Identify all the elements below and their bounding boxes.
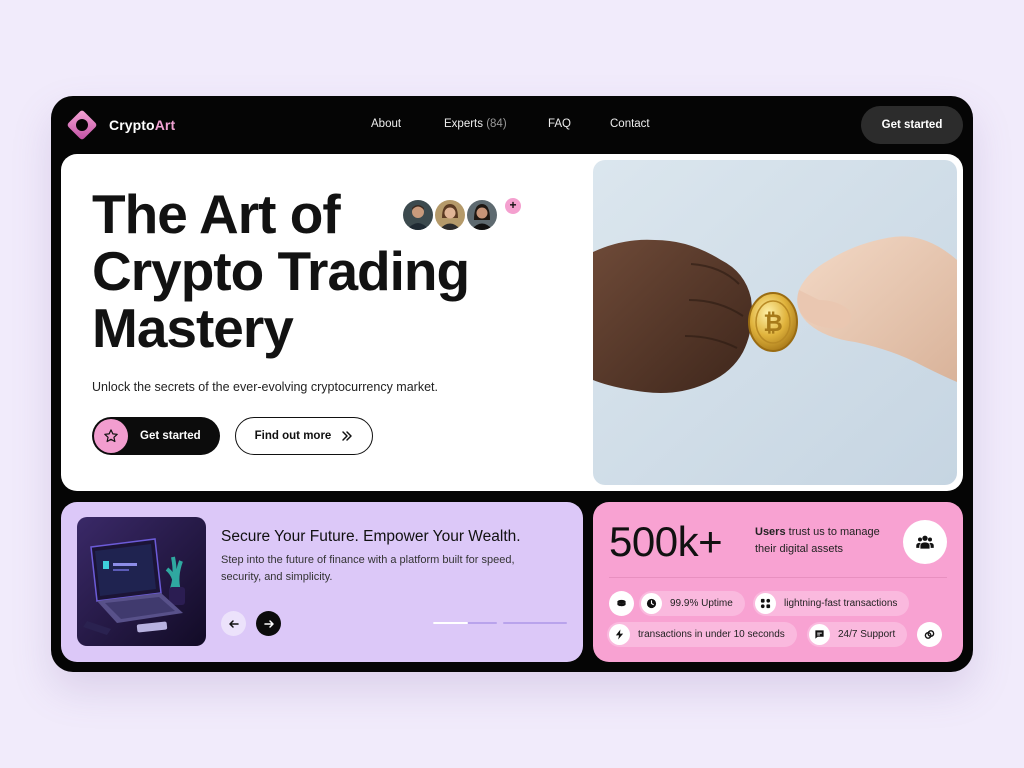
link-icon[interactable]: [917, 622, 942, 647]
feature-chip: 99.9% Uptime: [639, 591, 745, 616]
bolt-icon: [609, 624, 630, 645]
brand-name: CryptoArt: [109, 117, 176, 133]
carousel-indicator[interactable]: [433, 622, 497, 624]
experts-count: (84): [486, 118, 507, 130]
stats-card: 500k+ Users trust us to manage their dig…: [593, 502, 963, 662]
arrow-right-icon: [263, 619, 274, 628]
hero-get-started-button[interactable]: Get started: [92, 417, 220, 455]
feature-chip: 24/7 Support: [807, 622, 908, 647]
avatar: [433, 198, 467, 232]
hero-bitcoin-photo: ₿: [593, 160, 957, 485]
carousel-prev-button[interactable]: [221, 611, 246, 636]
nav-contact[interactable]: Contact: [610, 118, 650, 130]
brand-logo[interactable]: CryptoArt: [65, 108, 175, 142]
double-chevron-right-icon: [342, 431, 353, 441]
promo-description: Step into the future of finance with a p…: [221, 554, 515, 583]
users-stat-description: Users trust us to manage their digital a…: [755, 526, 880, 555]
hero-subtitle: Unlock the secrets of the ever-evolving …: [92, 380, 438, 394]
stats-divider: [609, 577, 947, 578]
logo-diamond-icon: [67, 110, 97, 140]
app-frame: CryptoArt About Experts (84) FAQ Contact…: [51, 96, 973, 672]
nav-faq[interactable]: FAQ: [548, 118, 571, 130]
network-icon: [755, 593, 776, 614]
avatar: [401, 198, 435, 232]
laptop-illustration: [77, 517, 206, 646]
users-group-icon: [903, 520, 947, 564]
avatar: [465, 198, 499, 232]
carousel-indicator[interactable]: [503, 622, 567, 624]
add-expert-icon[interactable]: +: [505, 198, 521, 214]
users-stat-value: 500k+: [609, 518, 723, 565]
arrow-left-icon: [228, 619, 239, 628]
feature-chip: lightning-fast transactions: [753, 591, 910, 616]
nav-experts[interactable]: Experts (84): [444, 118, 507, 130]
feature-chip: transactions in under 10 seconds: [607, 622, 797, 647]
find-out-more-button[interactable]: Find out more: [235, 417, 373, 455]
expert-avatars[interactable]: [401, 198, 499, 232]
nav-about[interactable]: About: [371, 118, 401, 130]
star-icon: [94, 419, 128, 453]
carousel-next-button[interactable]: [256, 611, 281, 636]
clock-icon: [641, 593, 662, 614]
svg-text:₿: ₿: [763, 310, 783, 337]
nav-get-started-button[interactable]: Get started: [861, 106, 963, 144]
coins-icon: [609, 591, 634, 616]
chat-icon: [809, 624, 830, 645]
promo-title: Secure Your Future. Empower Your Wealth.: [221, 528, 521, 545]
promo-card: Secure Your Future. Empower Your Wealth.…: [61, 502, 583, 662]
carousel-progress: [433, 622, 567, 624]
hero-section: The Art of Crypto Trading Mastery + Unlo…: [61, 154, 963, 491]
